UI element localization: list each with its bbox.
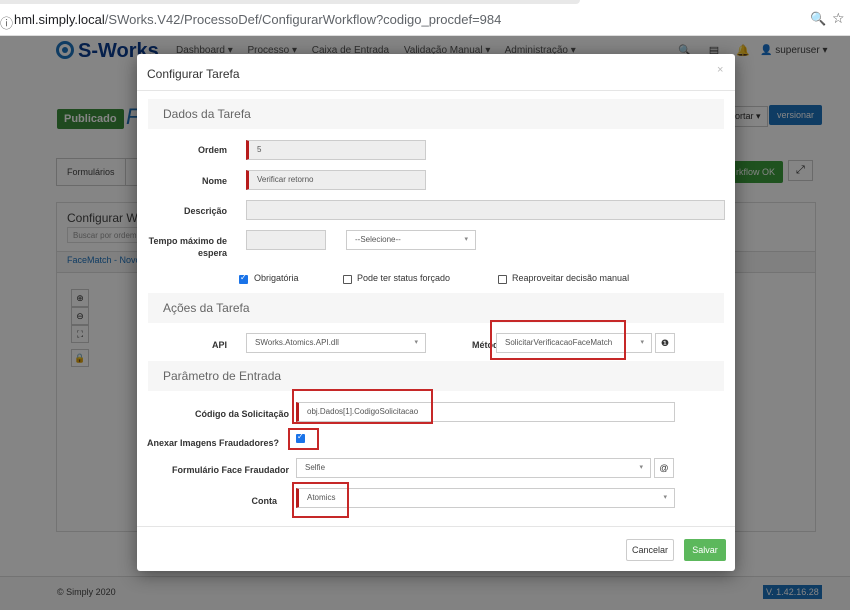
zoom-icon[interactable]: 🔍 bbox=[810, 11, 826, 27]
section-title: Dados da Tarefa bbox=[163, 107, 251, 121]
highlight-conta bbox=[292, 482, 349, 518]
at-sign-icon[interactable]: @ bbox=[654, 458, 674, 478]
info-icon[interactable]: ⓘ bbox=[0, 13, 13, 32]
reaproveitar-label: Reaproveitar decisão manual bbox=[512, 273, 630, 283]
nome-field[interactable]: Verificar retorno bbox=[246, 170, 426, 190]
chevron-down-icon: ▾ bbox=[663, 494, 667, 501]
url-path: /SWorks.V42/ProcessoDef/ConfigurarWorkfl… bbox=[104, 12, 502, 27]
section-parametro-entrada: Parâmetro de Entrada bbox=[148, 361, 724, 391]
api-value: SWorks.Atomics.API.dll bbox=[255, 338, 339, 347]
descricao-label: Descrição bbox=[183, 206, 227, 216]
descricao-field[interactable] bbox=[246, 200, 725, 220]
chevron-down-icon: ▾ bbox=[639, 464, 643, 471]
formulario-face-value: Selfie bbox=[305, 463, 326, 472]
obrigatoria-checkbox[interactable] bbox=[239, 273, 248, 284]
status-forcado-checkbox[interactable] bbox=[343, 275, 352, 284]
bookmark-star-icon[interactable]: ☆ bbox=[832, 10, 845, 27]
section-title: Parâmetro de Entrada bbox=[163, 369, 282, 383]
anexar-imagens-label: Anexar Imagens Fraudadores? bbox=[147, 438, 280, 448]
highlight-anexar bbox=[288, 428, 319, 450]
codigo-solicitacao-label: Código da Solicitação bbox=[194, 409, 289, 419]
ordem-label: Ordem bbox=[197, 145, 227, 155]
section-title: Ações da Tarefa bbox=[163, 301, 250, 315]
nome-label: Nome bbox=[201, 176, 227, 186]
api-select[interactable]: SWorks.Atomics.API.dll ▾ bbox=[246, 333, 426, 353]
modal-header: Configurar Tarefa × bbox=[137, 54, 735, 91]
chevron-down-icon: ▾ bbox=[640, 339, 644, 346]
highlight-metodo bbox=[490, 320, 626, 360]
chevron-down-icon: ▾ bbox=[414, 339, 418, 346]
tempo-espera-label: Tempo máximo de espera bbox=[148, 236, 227, 258]
conta-label: Conta bbox=[251, 496, 278, 506]
url-host: hml.simply.local bbox=[14, 12, 105, 27]
url-text[interactable]: hml.simply.local/SWorks.V42/ProcessoDef/… bbox=[14, 12, 501, 27]
ordem-field[interactable]: 5 bbox=[246, 140, 426, 160]
chevron-down-icon: ▾ bbox=[464, 236, 468, 243]
status-forcado-label: Pode ter status forçado bbox=[357, 273, 451, 283]
configurar-tarefa-modal: Configurar Tarefa × Dados da Tarefa Orde… bbox=[137, 54, 735, 571]
formulario-face-label: Formulário Face Fraudador bbox=[171, 465, 289, 475]
browser-address-bar: ⓘ hml.simply.local/SWorks.V42/ProcessoDe… bbox=[0, 0, 850, 36]
metodo-info-icon[interactable]: ❶ bbox=[655, 333, 675, 353]
tempo-unidade-select[interactable]: --Selecione-- ▾ bbox=[346, 230, 476, 250]
obrigatoria-label: Obrigatória bbox=[254, 273, 299, 283]
save-button[interactable]: Salvar bbox=[684, 539, 726, 561]
tempo-unidade-value: --Selecione-- bbox=[355, 235, 401, 244]
browser-tab-strip bbox=[0, 0, 580, 4]
section-dados-tarefa: Dados da Tarefa bbox=[148, 99, 724, 129]
tempo-espera-field[interactable] bbox=[246, 230, 326, 250]
section-acoes-tarefa: Ações da Tarefa bbox=[148, 293, 724, 323]
close-icon[interactable]: × bbox=[717, 64, 723, 76]
conta-select[interactable]: Atomics ▾ bbox=[296, 488, 675, 508]
reaproveitar-checkbox[interactable] bbox=[498, 275, 507, 284]
api-label: API bbox=[211, 340, 227, 350]
cancel-button[interactable]: Cancelar bbox=[626, 539, 674, 561]
modal-title: Configurar Tarefa bbox=[147, 67, 240, 81]
highlight-codigo bbox=[292, 389, 433, 424]
formulario-face-select[interactable]: Selfie ▾ bbox=[296, 458, 651, 478]
